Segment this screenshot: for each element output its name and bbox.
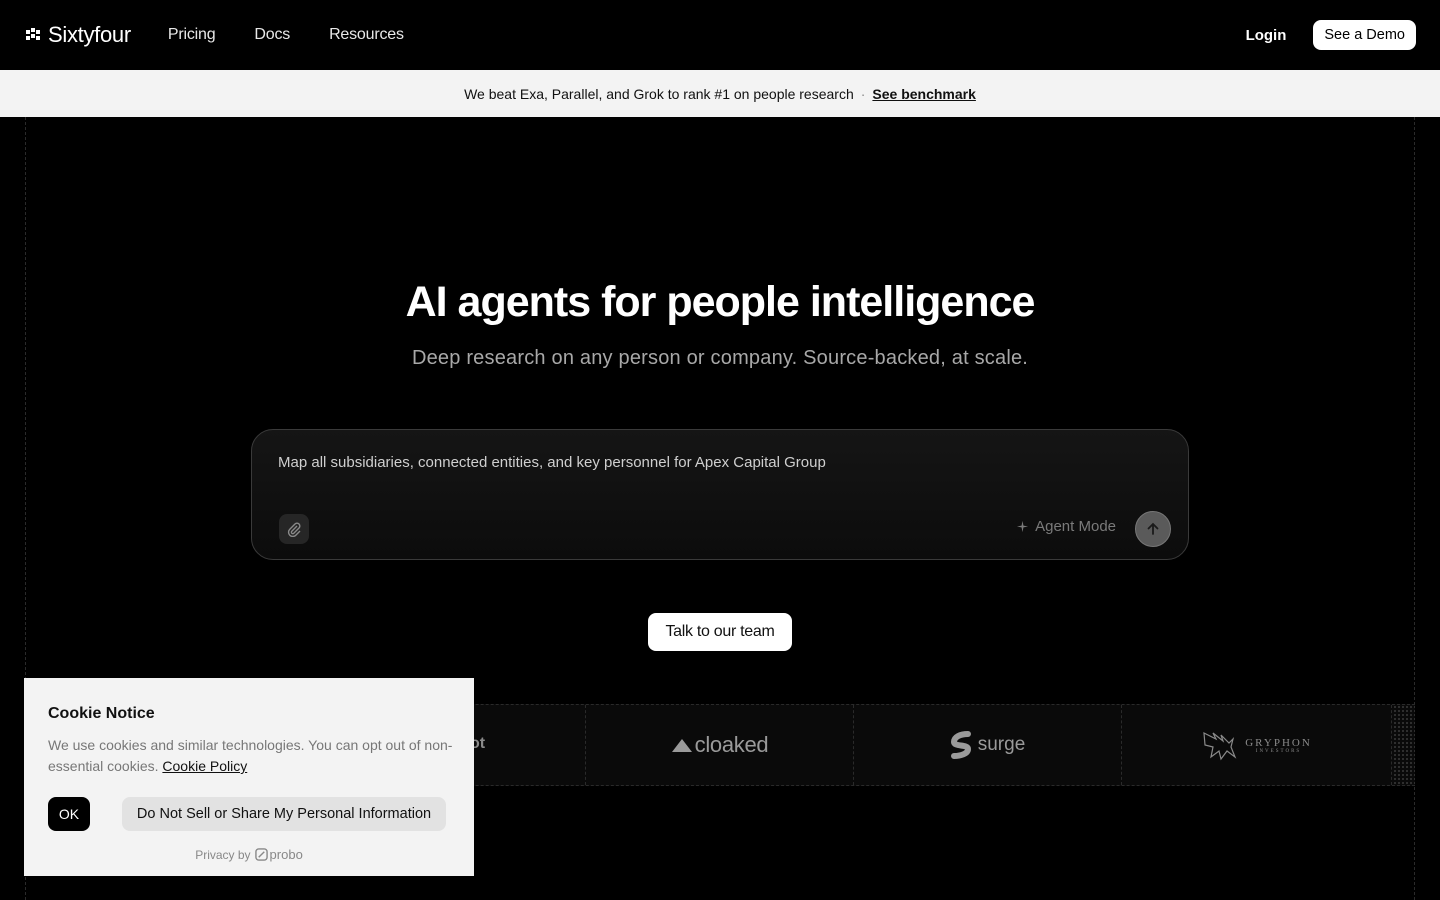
banner-text: We beat Exa, Parallel, and Grok to rank … xyxy=(464,85,854,102)
sparkle-icon xyxy=(1017,520,1029,533)
gryphon-mark-icon xyxy=(1203,731,1237,761)
gryphon-sub: INVESTORS xyxy=(1255,748,1302,754)
cookie-notice: Cookie Notice We use cookies and similar… xyxy=(24,678,474,876)
hero-title: AI agents for people intelligence xyxy=(405,278,1036,326)
main-nav: Pricing Docs Resources xyxy=(168,26,404,44)
dot-pattern xyxy=(1393,705,1415,785)
announcement-banner: We beat Exa, Parallel, and Grok to rank … xyxy=(0,70,1440,117)
nav-pricing[interactable]: Pricing xyxy=(168,26,216,44)
sixtyfour-logo-icon xyxy=(26,28,40,40)
cookie-body-text: We use cookies and similar technologies.… xyxy=(48,737,453,774)
prompt-input[interactable]: Map all subsidiaries, connected entities… xyxy=(251,429,1189,560)
login-link[interactable]: Login xyxy=(1246,27,1287,44)
paperclip-icon xyxy=(287,522,301,537)
arrow-up-icon xyxy=(1147,522,1159,535)
cloaked-logo: cloaked xyxy=(671,732,769,758)
header-actions: Login See a Demo xyxy=(1246,20,1416,50)
send-button[interactable] xyxy=(1135,511,1171,547)
attach-button[interactable] xyxy=(279,514,309,544)
prompt-text[interactable]: Map all subsidiaries, connected entities… xyxy=(278,454,826,471)
brand-logo[interactable]: Sixtyfour xyxy=(24,22,131,48)
banner-separator: · xyxy=(860,85,866,102)
cloaked-wordmark: cloaked xyxy=(694,732,769,757)
nav-docs[interactable]: Docs xyxy=(254,26,290,44)
see-demo-button[interactable]: See a Demo xyxy=(1313,20,1416,50)
surge-wordmark: surge xyxy=(977,734,1026,755)
cookie-ok-button[interactable]: OK xyxy=(48,797,90,831)
cookie-title: Cookie Notice xyxy=(48,705,155,722)
do-not-sell-button[interactable]: Do Not Sell or Share My Personal Informa… xyxy=(122,797,446,831)
top-nav: Sixtyfour Pricing Docs Resources Login S… xyxy=(0,0,1440,70)
privacy-by: Privacy by probo xyxy=(24,847,474,862)
logo-cell-cloaked: cloaked xyxy=(586,705,854,785)
logo-cell-gryphon: GRYPHON INVESTORS xyxy=(1122,705,1392,785)
talk-to-team-button[interactable]: Talk to our team xyxy=(648,613,792,651)
probo-icon xyxy=(254,848,268,861)
cookie-body: We use cookies and similar technologies.… xyxy=(48,735,458,777)
brand-name: Sixtyfour xyxy=(48,22,131,47)
logo-cell-surge: surge xyxy=(854,705,1122,785)
surge-logo: surge xyxy=(950,731,1026,759)
gryphon-name: GRYPHON xyxy=(1245,736,1312,749)
probo-link[interactable]: probo xyxy=(254,847,303,862)
agent-mode-label: Agent Mode xyxy=(1035,518,1116,535)
probo-wordmark: probo xyxy=(269,847,303,862)
gryphon-logo: GRYPHON INVESTORS xyxy=(1201,729,1312,761)
gryphon-wordmark: GRYPHON INVESTORS xyxy=(1245,737,1312,754)
cloaked-mark-icon xyxy=(671,739,692,752)
nav-resources[interactable]: Resources xyxy=(329,26,404,44)
agent-mode-toggle[interactable]: Agent Mode xyxy=(1016,518,1116,535)
see-benchmark-link[interactable]: See benchmark xyxy=(872,86,976,102)
hero-subtitle: Deep research on any person or company. … xyxy=(411,347,1029,369)
privacy-by-label: Privacy by xyxy=(195,847,251,862)
cookie-policy-link[interactable]: Cookie Policy xyxy=(162,758,247,774)
surge-mark-icon xyxy=(950,731,971,759)
